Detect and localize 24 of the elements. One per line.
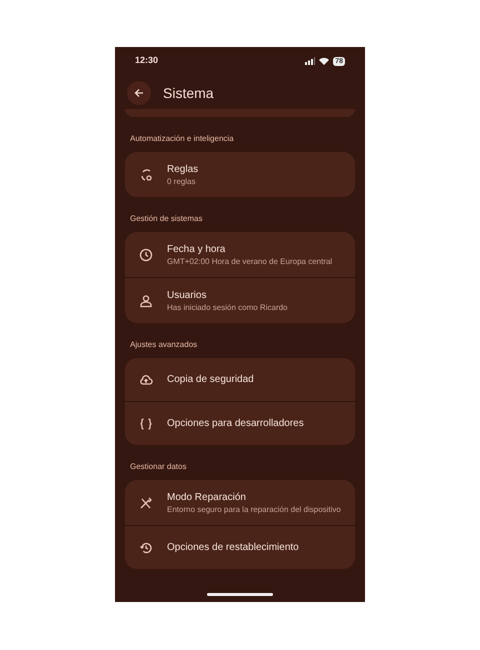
braces-icon [139, 416, 153, 430]
status-time: 12:30 [135, 54, 158, 68]
rules-icon [139, 168, 153, 182]
clock-icon [139, 248, 153, 262]
settings-item[interactable]: Opciones de restablecimiento [125, 526, 355, 569]
section-header: Automatización e inteligencia [129, 133, 235, 145]
back-button[interactable] [127, 81, 151, 105]
page-title: Sistema [163, 84, 214, 102]
settings-item[interactable]: Copia de seguridad [125, 358, 355, 401]
settings-item[interactable]: Reglas 0 reglas [125, 152, 355, 197]
wifi-icon [319, 57, 330, 65]
settings-item[interactable]: Fecha y hora GMT+02:00 Hora de verano de Europa central [125, 232, 355, 277]
back-arrow-icon [134, 88, 144, 98]
section-header: Gestión de sistemas [129, 213, 204, 225]
section-header: Ajustes avanzados [129, 339, 198, 351]
settings-item[interactable]: Opciones para desarrolladores [125, 402, 355, 445]
history-icon [139, 540, 153, 554]
signal-icon [305, 57, 316, 65]
user-icon [139, 294, 153, 308]
tools-icon [139, 496, 153, 510]
section-header: Gestionar datos [129, 461, 188, 473]
cloud-upload-icon [139, 372, 153, 386]
settings-item[interactable]: Modo Reparación Entorno seguro para la reparación del dispositivo [125, 480, 355, 525]
settings-item[interactable]: Usuarios Has iniciado sesión como Ricardo [125, 278, 355, 323]
